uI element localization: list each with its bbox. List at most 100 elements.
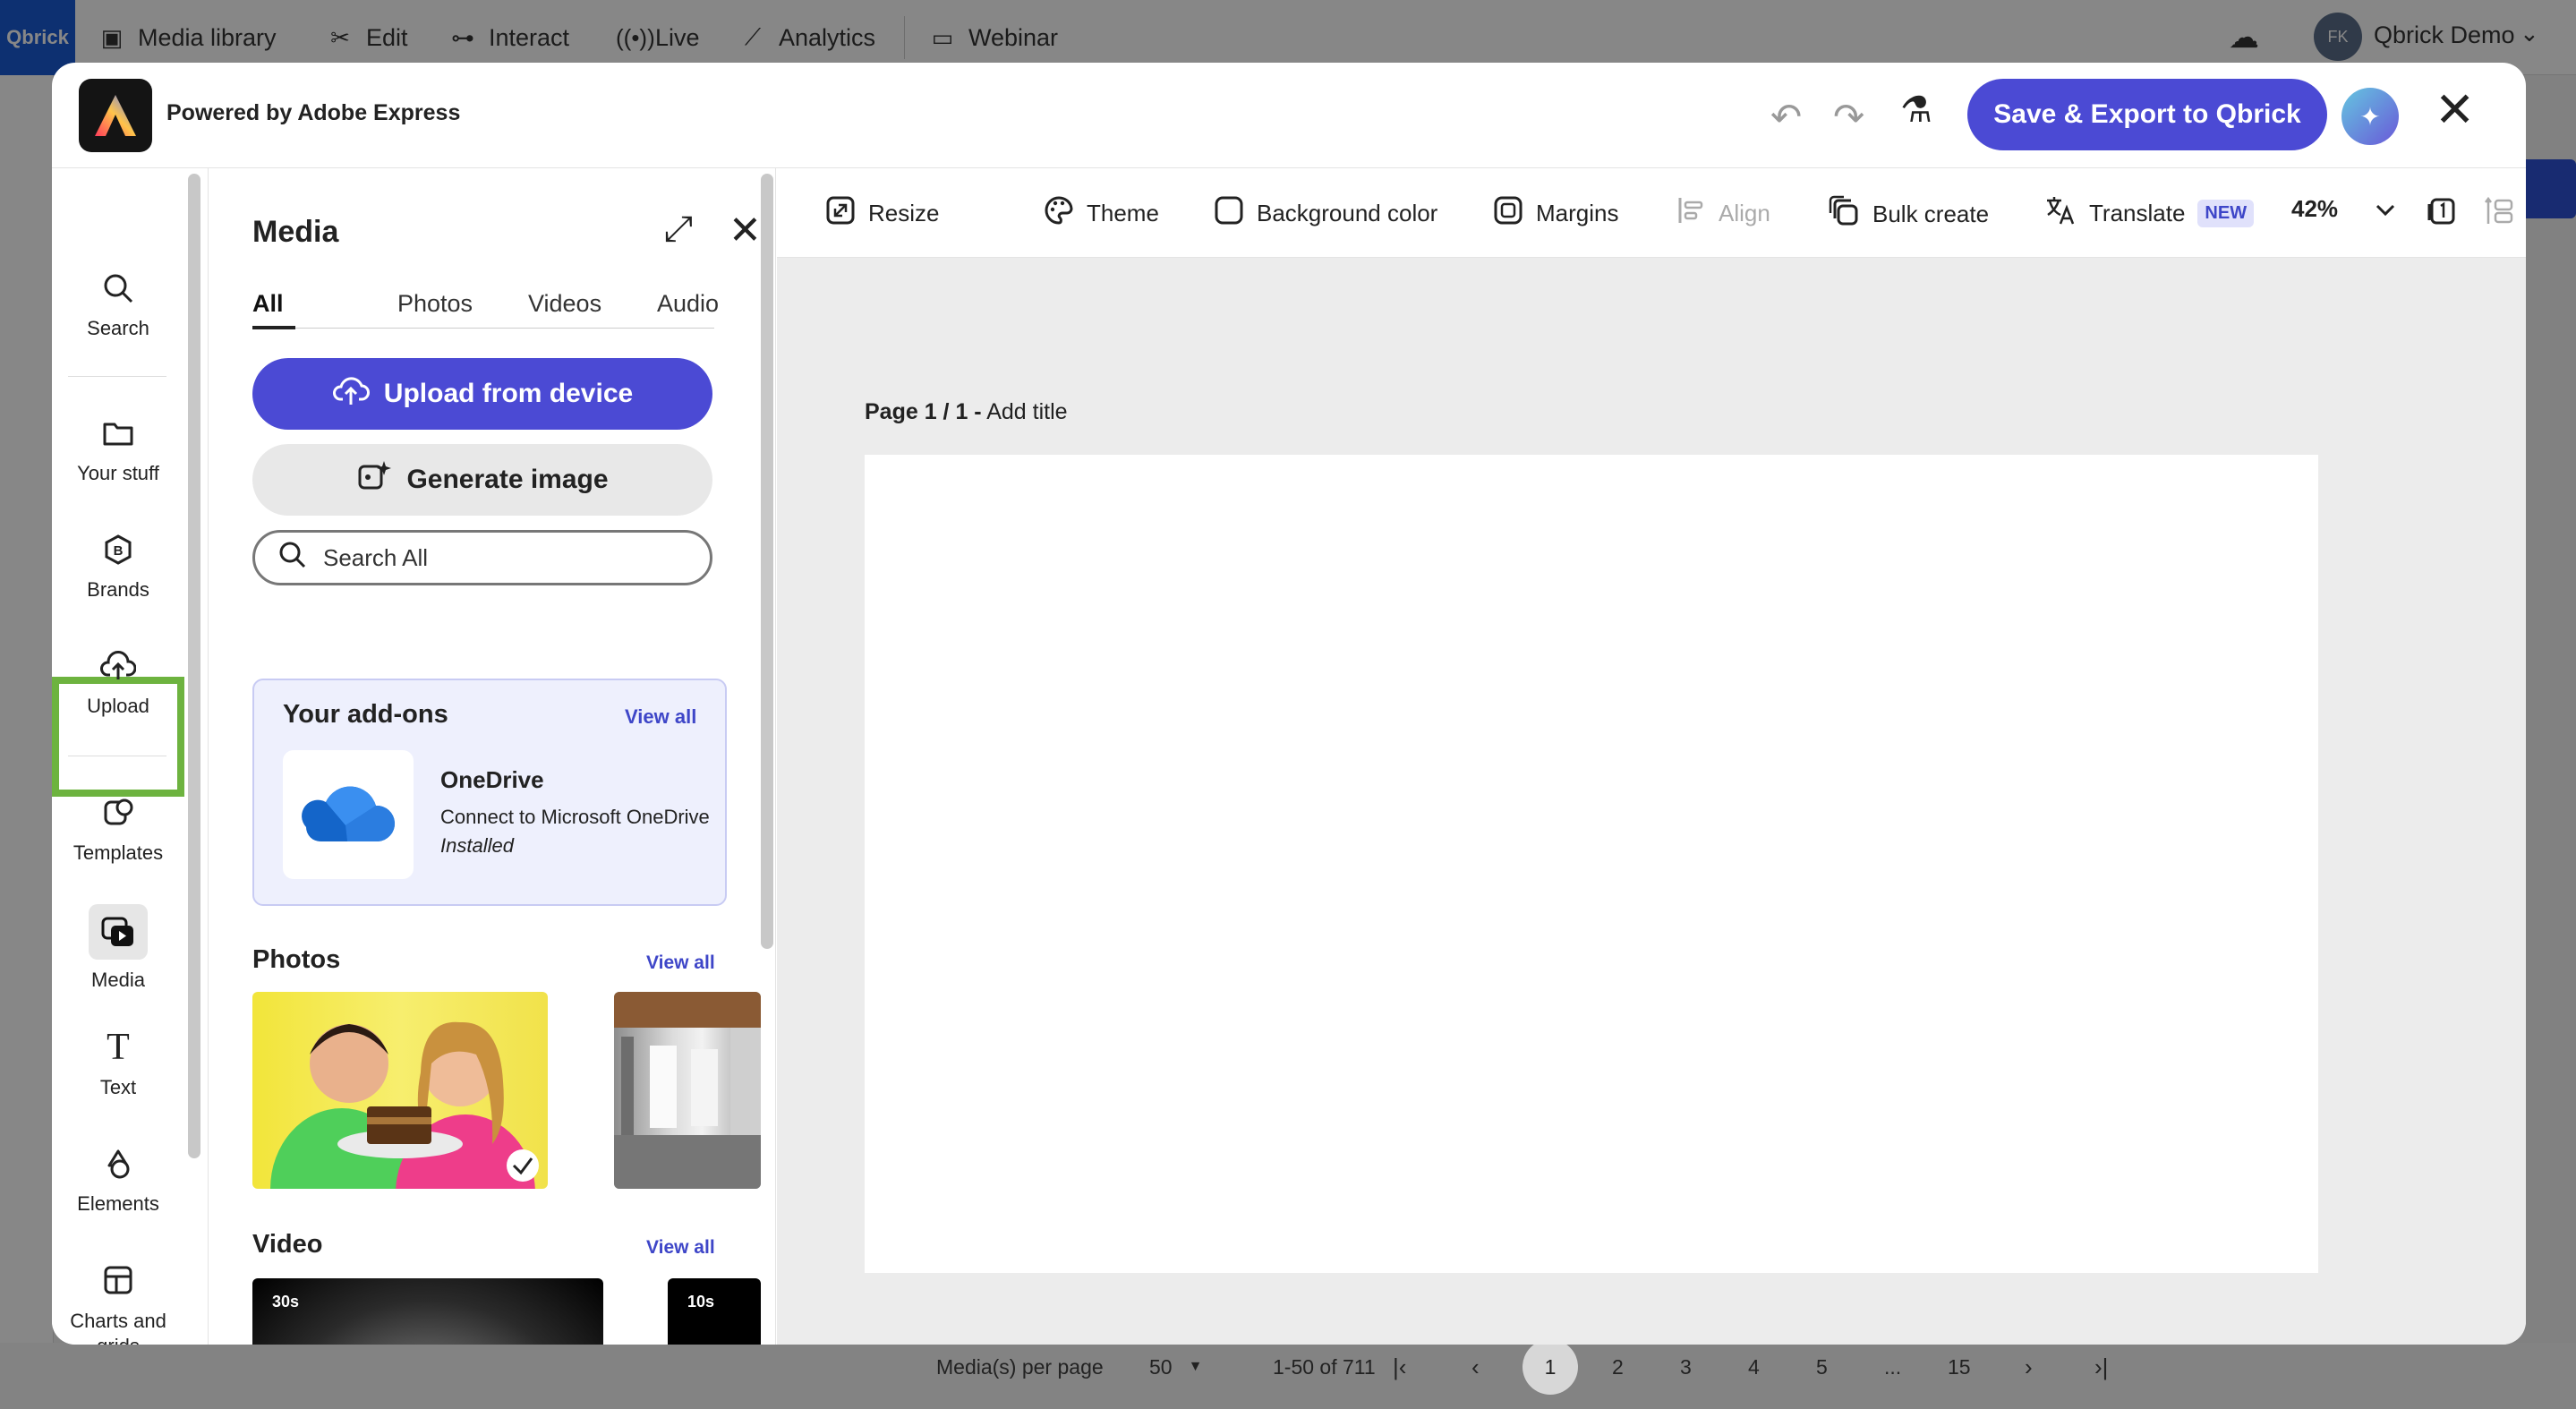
margins-icon: [1493, 195, 1523, 232]
margins-label: Margins: [1536, 200, 1619, 226]
addons-title: Your add-ons: [283, 700, 448, 729]
translate-label: Translate: [2089, 200, 2186, 226]
onedrive-tile[interactable]: [283, 750, 414, 879]
flask-icon[interactable]: ⚗: [1900, 90, 1932, 131]
next-page-icon[interactable]: ›: [2025, 1348, 2033, 1386]
per-page-value: 50: [1149, 1354, 1173, 1379]
text-icon: T: [107, 1027, 130, 1068]
rail-your-stuff[interactable]: Your stuff: [52, 414, 184, 485]
first-page-icon[interactable]: |‹: [1393, 1348, 1406, 1386]
page-button-15[interactable]: 15: [1948, 1348, 1971, 1386]
rail-divider: [68, 376, 166, 377]
rail-label: Brands: [87, 578, 149, 601]
rail-search[interactable]: Search: [52, 269, 184, 340]
rail-upload[interactable]: Upload: [52, 646, 184, 718]
user-avatar[interactable]: ✦: [2341, 88, 2399, 145]
page-label: Page 1 / 1 - Add title: [865, 399, 1068, 425]
translate-button[interactable]: Translate NEW: [2044, 195, 2255, 232]
per-page-select[interactable]: 50 ▼: [1149, 1348, 1202, 1386]
video-thumbnail[interactable]: 30s: [252, 1278, 603, 1345]
rail-label: Your stuff: [77, 462, 159, 484]
save-export-button[interactable]: Save & Export to Qbrick: [1967, 79, 2327, 150]
upload-button-label: Upload from device: [383, 379, 634, 408]
brand-icon: B: [93, 530, 143, 569]
page-button-1[interactable]: 1: [1523, 1339, 1578, 1395]
video-view-all-link[interactable]: View all: [646, 1237, 715, 1259]
panel-divider: [775, 168, 776, 1345]
tab-audio[interactable]: Audio: [657, 290, 719, 318]
pagination-range: 1-50 of 711: [1273, 1354, 1376, 1379]
rail-elements[interactable]: Elements: [52, 1144, 184, 1216]
pages-button[interactable]: [2426, 195, 2458, 234]
cloud-upload-icon: [332, 374, 370, 414]
page-button-5[interactable]: 5: [1816, 1348, 1828, 1386]
expand-icon[interactable]: ⤢: [664, 209, 693, 250]
panel-divider: [208, 168, 209, 1345]
resize-button[interactable]: Resize: [825, 195, 939, 232]
margins-button[interactable]: Margins: [1493, 195, 1618, 232]
rail-label: Search: [87, 317, 149, 339]
tab-all[interactable]: All: [252, 290, 284, 318]
page-button-2[interactable]: 2: [1612, 1348, 1624, 1386]
search-input[interactable]: Search All: [252, 530, 712, 585]
couple-eating-cake-image: [270, 1021, 539, 1189]
layers-button[interactable]: [2483, 195, 2515, 234]
close-icon[interactable]: ✕: [729, 208, 761, 253]
canvas-area: Page 1 / 1 - Add title: [777, 258, 2526, 1345]
photos-section-title: Photos: [252, 945, 341, 974]
theme-label: Theme: [1087, 200, 1159, 226]
last-page-icon[interactable]: ›|: [2094, 1348, 2108, 1386]
add-title-link[interactable]: Add title: [986, 399, 1067, 424]
background-color-button[interactable]: Background color: [1214, 195, 1437, 232]
office-interior-image: [614, 992, 761, 1189]
rail-label: Text: [99, 1076, 137, 1098]
background-color-icon: [1214, 195, 1244, 232]
page-button-4[interactable]: 4: [1748, 1348, 1760, 1386]
rail-scrollbar[interactable]: [188, 174, 200, 1158]
search-icon: [278, 541, 307, 576]
media-panel: Media ⤢ ✕ All Photos Videos Audio Upload…: [209, 168, 761, 1345]
caret-down-icon: ▼: [1188, 1359, 1203, 1374]
rail-text[interactable]: T Text: [52, 1028, 184, 1099]
modal-header: Powered by Adobe Express ↶ ↷ ⚗ Save & Ex…: [52, 63, 2526, 168]
upload-from-device-button[interactable]: Upload from device: [252, 358, 712, 430]
page-button-3[interactable]: 3: [1680, 1348, 1692, 1386]
theme-button[interactable]: Theme: [1044, 195, 1159, 232]
align-label: Align: [1719, 200, 1770, 226]
rail-templates[interactable]: Templates: [52, 793, 184, 865]
zoom-select[interactable]: 42%: [2291, 195, 2395, 223]
photo-thumbnail[interactable]: [252, 992, 548, 1189]
pages-icon: [2426, 195, 2458, 234]
prev-page-icon[interactable]: ‹: [1471, 1348, 1480, 1386]
tab-photos[interactable]: Photos: [397, 290, 473, 318]
tab-baseline: [252, 328, 714, 329]
templates-icon: [93, 793, 143, 833]
onedrive-description: Connect to Microsoft OneDrive: [440, 806, 710, 828]
panel-scrollbar[interactable]: [761, 174, 773, 949]
align-left-icon: [1676, 195, 1706, 232]
adobe-express-logo-mark: [95, 95, 136, 136]
redo-icon[interactable]: ↷: [1833, 95, 1864, 139]
upload-icon: [93, 646, 143, 686]
photos-view-all-link[interactable]: View all: [646, 952, 715, 974]
rail-media[interactable]: Media: [52, 904, 184, 992]
rail-label: Media: [91, 969, 145, 991]
rail-label: Elements: [77, 1192, 159, 1215]
tab-videos[interactable]: Videos: [528, 290, 601, 318]
resize-icon: [825, 195, 856, 232]
bulk-create-button[interactable]: Bulk create: [1828, 195, 1989, 234]
close-icon[interactable]: ✕: [2435, 86, 2475, 134]
addons-view-all-link[interactable]: View all: [625, 705, 696, 729]
align-button[interactable]: Align: [1676, 195, 1770, 232]
powered-by-label: Powered by Adobe Express: [166, 100, 461, 125]
generate-image-button[interactable]: Generate image: [252, 444, 712, 516]
media-icon: [89, 904, 148, 960]
photo-thumbnail[interactable]: [614, 992, 761, 1189]
rail-charts-grids[interactable]: Charts and grids: [52, 1260, 184, 1345]
rail-brands[interactable]: B Brands: [52, 530, 184, 602]
active-tab-indicator: [252, 326, 295, 329]
undo-icon[interactable]: ↶: [1770, 95, 1802, 139]
video-thumbnail[interactable]: 10s: [668, 1278, 761, 1345]
design-page[interactable]: [865, 455, 2318, 1273]
generate-image-icon: [356, 458, 392, 501]
